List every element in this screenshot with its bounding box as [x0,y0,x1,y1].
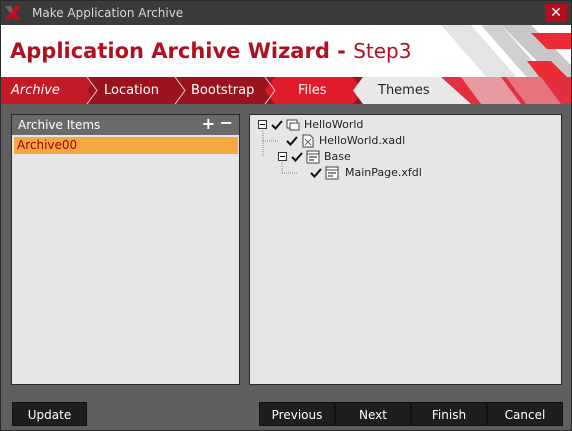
checkbox-checked-icon[interactable] [286,135,298,147]
tree-node-label: MainPage.xfdl [345,166,422,179]
collapse-icon[interactable] [258,120,267,129]
app-logo-icon [5,6,21,20]
wizard-title: Application Archive Wizard - Step3 [10,39,411,63]
step-themes: Themes [378,83,430,98]
wizard-header: Application Archive Wizard - Step3 [1,25,571,77]
archive-items-title: Archive Items [18,118,101,132]
update-button[interactable]: Update [12,402,87,426]
tree-node-label: Base [324,150,351,163]
step-location: Location [104,83,159,98]
checkbox-checked-icon[interactable] [291,151,303,163]
collapse-icon[interactable] [278,152,287,161]
xadl-file-icon [302,134,314,148]
form-file-icon [325,166,339,180]
archive-list-item[interactable]: Archive00 [14,137,238,154]
close-icon: ✕ [550,5,562,21]
wizard-window: Make Application Archive ✕ Application A… [0,0,572,431]
file-tree-panel: HelloWorld HelloWorld.xadl Base MainPage… [249,114,562,385]
step-bootstrap: Bootstrap [191,83,255,98]
cancel-button[interactable]: Cancel [487,402,563,426]
step-archive: Archive [11,83,60,98]
previous-button[interactable]: Previous [259,402,335,426]
finish-button[interactable]: Finish [411,402,487,426]
remove-archive-button[interactable]: − [220,115,233,131]
checkbox-checked-icon[interactable] [271,119,283,131]
archive-items-header: Archive Items + − [12,115,239,135]
step-files: Files [298,83,327,98]
tree-node-label: HelloWorld [304,118,364,131]
add-archive-button[interactable]: + [202,116,215,132]
next-button[interactable]: Next [335,402,411,426]
title-bar[interactable]: Make Application Archive ✕ [1,1,571,25]
wizard-steps-bar: Archive Location Bootstrap Files Themes [1,77,571,104]
archive-items-panel: Archive Items + − Archive00 [11,114,240,385]
wizard-title-text: Application Archive Wizard - [10,39,354,63]
window-title: Make Application Archive [32,6,184,20]
steps-background [1,77,571,104]
close-button[interactable]: ✕ [545,4,567,22]
project-icon [286,119,300,131]
folder-form-icon [306,150,320,164]
tree-node-label: HelloWorld.xadl [319,134,406,147]
checkbox-checked-icon[interactable] [310,167,322,179]
header-decoration [441,25,571,77]
